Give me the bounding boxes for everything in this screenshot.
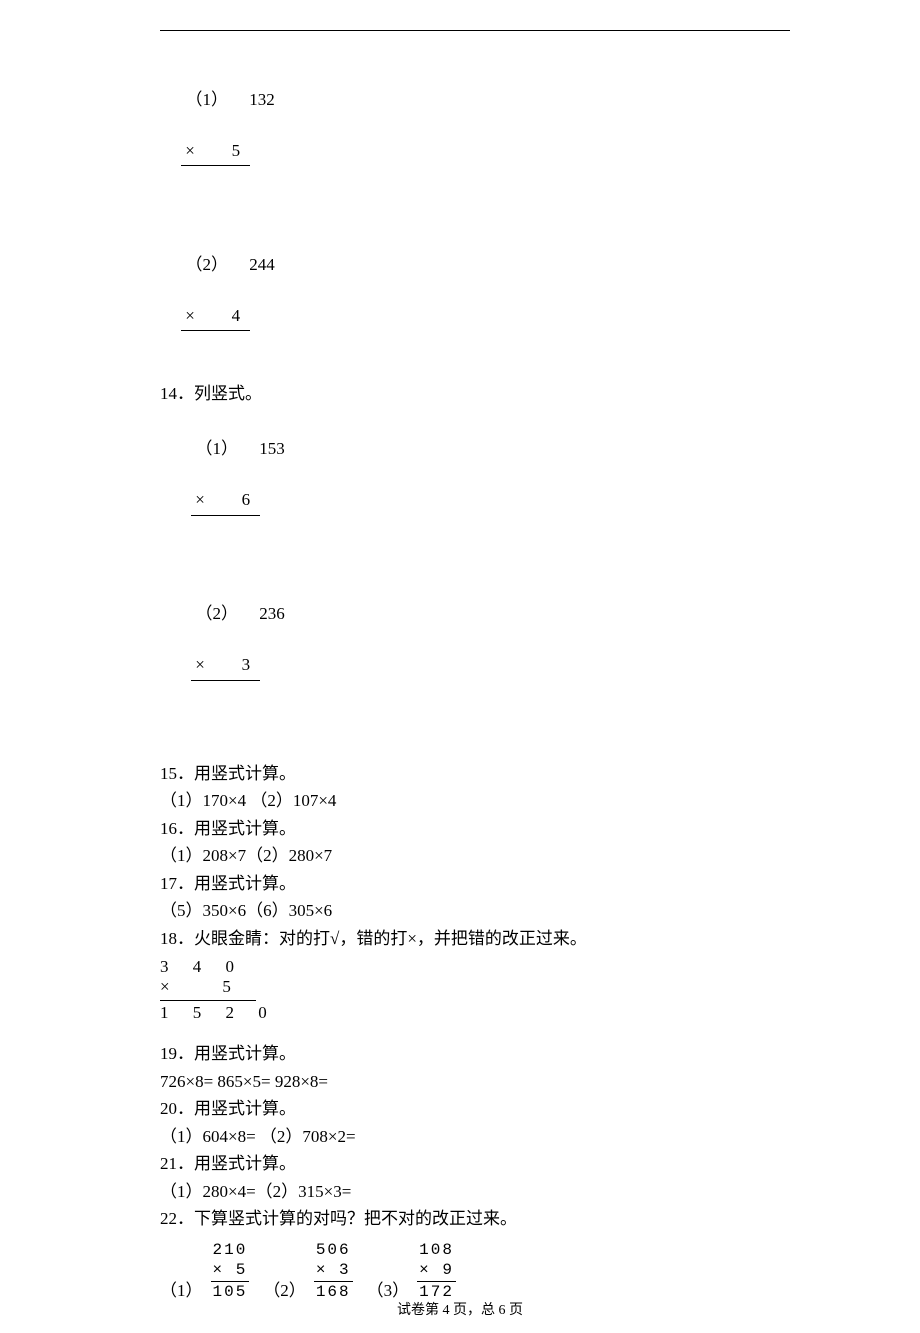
q13-p2-top: 244 bbox=[249, 255, 275, 274]
q20-line: （1）604×8= （2）708×2= bbox=[160, 1124, 790, 1150]
q16-title: 16．用竖式计算。 bbox=[160, 816, 790, 842]
q14-p2-top: 236 bbox=[259, 604, 285, 623]
q13-part2: （2） 244 × 4 bbox=[160, 226, 790, 331]
page-content: （1） 132 × 5 （2） 244 × 4 14．列竖式。 （1） 153 … bbox=[0, 0, 920, 1333]
q22-mult-1: × 5 bbox=[211, 1260, 250, 1282]
q18-work: 3 4 0 × 5 1 5 2 0 bbox=[160, 957, 790, 1023]
q14-p1-label: （1） bbox=[196, 439, 239, 458]
q14-part1: （1） 153 × 6 bbox=[170, 411, 790, 516]
q22-item-1: （1） 210 × 5 105 bbox=[160, 1240, 249, 1303]
q22-top-2: 506 bbox=[314, 1240, 353, 1261]
page-footer: 试卷第 4 页，总 6 页 bbox=[0, 1300, 920, 1321]
q20-title: 20．用竖式计算。 bbox=[160, 1096, 790, 1122]
q13-p1-top: 132 bbox=[249, 90, 275, 109]
q22-item-3: （3） 108 × 9 172 bbox=[367, 1240, 456, 1303]
q16-line: （1）208×7（2）280×7 bbox=[160, 843, 790, 869]
q18-rule bbox=[160, 1000, 256, 1001]
q18-row2: × 5 bbox=[160, 977, 790, 997]
q14-title: 14．列竖式。 bbox=[160, 381, 790, 407]
q14-p1-mult: × 6 bbox=[191, 487, 260, 516]
q22-group: （1） 210 × 5 105 （2） 506 × 3 168 （3） 108 … bbox=[160, 1240, 790, 1303]
q14-part2: （2） 236 × 3 bbox=[170, 576, 790, 681]
q13-part1: （1） 132 × 5 bbox=[160, 61, 790, 166]
top-rule bbox=[160, 30, 790, 31]
q15-line: （1）170×4 （2）107×4 bbox=[160, 788, 790, 814]
q14-p1-top: 153 bbox=[259, 439, 285, 458]
q21-line: （1）280×4=（2）315×3= bbox=[160, 1179, 790, 1205]
q22-top-3: 108 bbox=[417, 1240, 456, 1261]
q13-p1-mult: × 5 bbox=[181, 138, 250, 167]
q18-row1: 3 4 0 bbox=[160, 957, 790, 977]
q15-title: 15．用竖式计算。 bbox=[160, 761, 790, 787]
q13-p1-label: （1） bbox=[186, 90, 229, 109]
q22-top-1: 210 bbox=[211, 1240, 250, 1261]
q13-p2-label: （2） bbox=[186, 255, 229, 274]
q17-line: （5）350×6（6）305×6 bbox=[160, 898, 790, 924]
q22-mult-3: × 9 bbox=[417, 1260, 456, 1282]
q14-p2-label: （2） bbox=[196, 604, 239, 623]
q19-line: 726×8= 865×5= 928×8= bbox=[160, 1069, 790, 1095]
q18-title: 18．火眼金睛：对的打√，错的打×，并把错的改正过来。 bbox=[160, 926, 790, 952]
q17-title: 17．用竖式计算。 bbox=[160, 871, 790, 897]
q14-p2-mult: × 3 bbox=[191, 652, 260, 681]
q19-title: 19．用竖式计算。 bbox=[160, 1041, 790, 1067]
q22-title: 22．下算竖式计算的对吗？把不对的改正过来。 bbox=[160, 1206, 790, 1232]
q21-title: 21．用竖式计算。 bbox=[160, 1151, 790, 1177]
q22-item-2: （2） 506 × 3 168 bbox=[263, 1240, 352, 1303]
q13-p2-mult: × 4 bbox=[181, 303, 250, 332]
q18-row3: 1 5 2 0 bbox=[160, 1003, 790, 1023]
q22-mult-2: × 3 bbox=[314, 1260, 353, 1282]
